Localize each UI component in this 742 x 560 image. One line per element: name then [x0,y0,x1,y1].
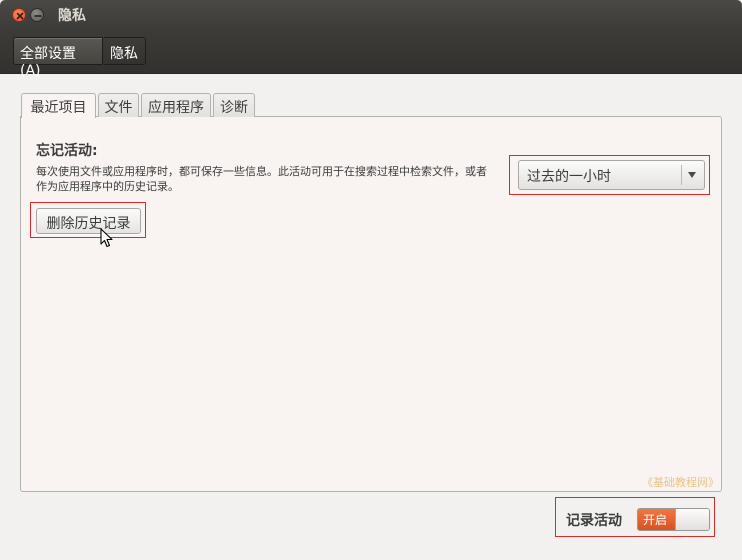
all-settings-button[interactable]: 全部设置(A) [13,37,103,79]
mouse-pointer-icon [100,228,113,248]
switch-knob[interactable] [675,509,709,530]
title-bar: 隐私 [0,0,742,30]
tab-diagnostics[interactable]: 诊断 [213,93,255,117]
tab-recent-items[interactable]: 最近项目 [21,93,96,118]
window-title: 隐私 [58,8,86,24]
combo-divider [681,165,682,185]
forget-period-value: 过去的一小时 [527,169,611,185]
forget-period-select[interactable]: 过去的一小时 [518,160,705,190]
tab-files[interactable]: 文件 [98,93,139,117]
switch-state-on: 开启 [638,509,675,530]
tab-applications[interactable]: 应用程序 [141,93,211,117]
toolbar: 全部设置(A) 隐私 [0,30,742,79]
delete-history-button[interactable]: 删除历史记录 [36,208,141,234]
forget-activity-description: 每次使用文件或应用程序时，都可保存一些信息。此活动可用于在搜索过程中检索文件，或… [36,165,487,193]
minimize-icon[interactable] [30,8,44,22]
breadcrumb-privacy[interactable]: 隐私 [104,37,146,65]
chevron-down-icon [688,172,696,178]
record-activity-switch[interactable]: 开启 [637,508,710,531]
forget-activity-heading: 忘记活动: [36,143,98,159]
close-icon[interactable] [12,8,26,22]
watermark-text: 《基础教程网》 [642,476,719,489]
record-activity-label: 记录活动 [566,513,622,529]
